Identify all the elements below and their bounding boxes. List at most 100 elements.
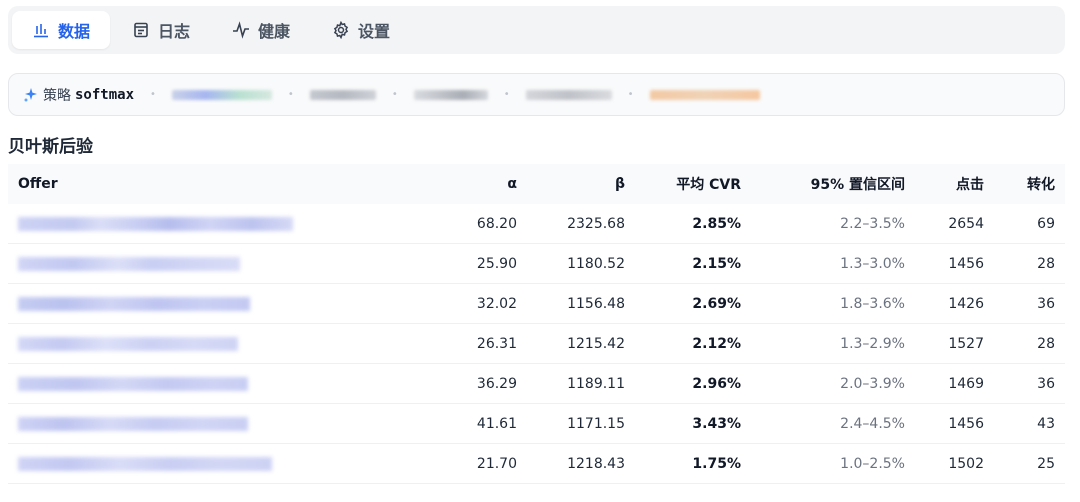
tab-label: 数据 (58, 22, 91, 41)
separator-dot: • (150, 89, 156, 100)
offer-cell (8, 204, 408, 244)
offer-cell (8, 323, 408, 364)
redacted-chip (649, 89, 760, 100)
clicks-cell: 1502 (915, 443, 994, 484)
tab-logs[interactable]: 日志 (112, 11, 210, 49)
conversions-cell: 36 (994, 283, 1065, 324)
separator-dot: • (391, 89, 398, 100)
tab-data[interactable]: 数据 (12, 11, 111, 49)
alpha-cell: 68.20 (408, 204, 527, 244)
ci-cell: 1.0–2.5% (751, 443, 915, 484)
ci-cell: 2.2–3.5% (751, 204, 915, 244)
offer-cell (8, 403, 408, 444)
beta-cell: 1218.43 (527, 443, 635, 484)
header-cvr[interactable]: 平均 CVR (635, 164, 751, 204)
beta-cell: 2325.68 (527, 204, 635, 244)
tab-label: 日志 (158, 22, 191, 41)
table-row: 32.02 1156.48 2.69% 1.8–3.6% 1426 36 (8, 283, 1065, 324)
conversions-cell: 25 (994, 443, 1065, 484)
table-row: 68.20 2325.68 2.85% 2.2–3.5% 2654 69 (8, 204, 1065, 244)
cvr-cell: 2.15% (635, 243, 751, 284)
ci-cell: 2.4–4.5% (751, 403, 915, 444)
section-title: 贝叶斯后验 (8, 137, 93, 157)
table-row: 26.31 1215.42 2.12% 1.3–2.9% 1527 28 (8, 323, 1065, 364)
tab-health[interactable]: 健康 (212, 11, 310, 49)
cvr-cell: 1.75% (635, 443, 751, 484)
redacted-offer-name (18, 376, 248, 391)
ci-cell: 2.0–3.9% (751, 363, 915, 404)
tab-settings[interactable]: 设置 (312, 11, 410, 49)
clicks-cell: 1426 (915, 283, 994, 324)
offer-cell (8, 363, 408, 404)
header-alpha[interactable]: α (408, 164, 527, 204)
alpha-cell: 26.31 (408, 323, 527, 364)
clicks-cell: 1527 (915, 323, 994, 364)
conversions-cell: 28 (994, 243, 1065, 284)
beta-cell: 1180.52 (527, 243, 635, 284)
redacted-chip (525, 89, 612, 100)
conversions-cell: 43 (994, 403, 1065, 444)
beta-cell: 1156.48 (527, 283, 635, 324)
sparkle-icon (23, 87, 39, 103)
conversions-cell: 36 (994, 363, 1065, 404)
separator-dot: • (627, 89, 634, 100)
offer-cell (8, 243, 408, 284)
beta-cell: 1189.11 (527, 363, 635, 404)
ci-cell: 1.3–2.9% (751, 323, 915, 364)
cvr-cell: 2.85% (635, 204, 751, 244)
redacted-chip (309, 89, 376, 100)
bar-chart-icon (32, 21, 50, 39)
cvr-cell: 2.96% (635, 363, 751, 404)
offer-cell (8, 283, 408, 324)
redacted-offer-name (18, 456, 272, 471)
conversions-cell: 69 (994, 204, 1065, 244)
offer-cell (8, 443, 408, 484)
alpha-cell: 36.29 (408, 363, 527, 404)
alpha-cell: 41.61 (408, 403, 527, 444)
cvr-cell: 2.69% (635, 283, 751, 324)
cvr-cell: 2.12% (635, 323, 751, 364)
strategy-value: softmax (75, 86, 135, 103)
redacted-offer-name (18, 336, 238, 351)
alpha-cell: 25.90 (408, 243, 527, 284)
tab-label: 设置 (358, 22, 391, 41)
clicks-cell: 1456 (915, 243, 994, 284)
separator-dot: • (503, 89, 510, 100)
conversions-cell: 28 (994, 323, 1065, 364)
clicks-cell: 2654 (915, 204, 994, 244)
table-header-row: Offer α β 平均 CVR 95% 置信区间 点击 转化 (8, 164, 1065, 204)
header-ci[interactable]: 95% 置信区间 (751, 164, 915, 204)
redacted-offer-name (18, 216, 293, 231)
redacted-offer-name (18, 296, 250, 311)
strategy-label: 策略 (43, 87, 71, 104)
gear-icon (332, 21, 350, 39)
alpha-cell: 21.70 (408, 443, 527, 484)
redacted-offer-name (18, 416, 248, 431)
pulse-icon (232, 21, 250, 39)
ci-cell: 1.8–3.6% (751, 283, 915, 324)
posterior-table: Offer α β 平均 CVR 95% 置信区间 点击 转化 68.20 23… (8, 164, 1065, 484)
table-row: 21.70 1218.43 1.75% 1.0–2.5% 1502 25 (8, 443, 1065, 484)
header-beta[interactable]: β (527, 164, 635, 204)
clicks-cell: 1469 (915, 363, 994, 404)
strategy-bar: 策略 softmax • • • • • (8, 73, 1065, 116)
header-conversions[interactable]: 转化 (994, 164, 1065, 204)
beta-cell: 1215.42 (527, 323, 635, 364)
table-row: 25.90 1180.52 2.15% 1.3–3.0% 1456 28 (8, 243, 1065, 284)
redacted-offer-name (18, 256, 240, 271)
log-icon (132, 21, 150, 39)
alpha-cell: 32.02 (408, 283, 527, 324)
clicks-cell: 1456 (915, 403, 994, 444)
redacted-chip (413, 89, 488, 100)
ci-cell: 1.3–3.0% (751, 243, 915, 284)
tab-label: 健康 (258, 22, 291, 41)
cvr-cell: 3.43% (635, 403, 751, 444)
header-clicks[interactable]: 点击 (915, 164, 994, 204)
redacted-chip (171, 89, 272, 100)
header-offer[interactable]: Offer (8, 164, 408, 204)
separator-dot: • (287, 89, 294, 100)
table-row: 36.29 1189.11 2.96% 2.0–3.9% 1469 36 (8, 363, 1065, 404)
table-row: 41.61 1171.15 3.43% 2.4–4.5% 1456 43 (8, 403, 1065, 444)
beta-cell: 1171.15 (527, 403, 635, 444)
tab-bar: 数据 日志 健康 设置 (8, 6, 1065, 54)
